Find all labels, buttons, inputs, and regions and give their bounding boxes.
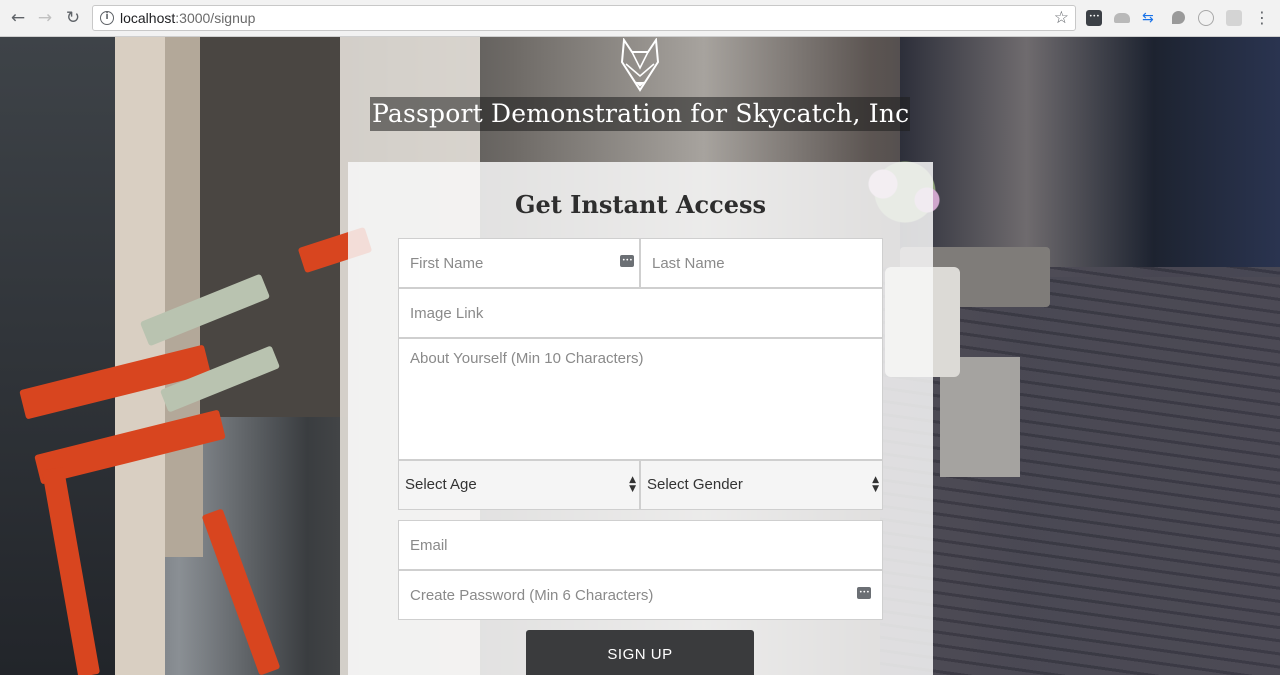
- autofill-key-icon[interactable]: [857, 587, 871, 599]
- back-icon[interactable]: ←: [8, 8, 28, 28]
- background-chair-leg: [201, 508, 281, 675]
- select-arrows-icon: ▲ ▼: [872, 475, 879, 494]
- sync-arrows-icon[interactable]: ⇆: [1142, 10, 1158, 26]
- url-text[interactable]: localhost:3000/signup: [120, 10, 255, 26]
- cloud-icon[interactable]: [1114, 10, 1130, 26]
- address-bar[interactable]: i localhost:3000/signup ☆: [92, 5, 1076, 31]
- form-heading: Get Instant Access: [514, 190, 767, 219]
- email-input[interactable]: [398, 520, 883, 570]
- age-select-label: Select Age: [405, 476, 477, 493]
- info-icon[interactable]: i: [100, 11, 114, 25]
- password-manager-icon[interactable]: [1086, 10, 1102, 26]
- bookmark-star-icon[interactable]: ☆: [1054, 8, 1069, 28]
- first-name-input[interactable]: [398, 238, 640, 288]
- wolf-logo-icon: [620, 38, 660, 92]
- password-input[interactable]: [398, 570, 883, 620]
- gender-select[interactable]: Select Gender ▲ ▼: [640, 460, 883, 510]
- signup-card: Get Instant Access Select Age ▲▼ Select …: [348, 162, 933, 675]
- site-title: Passport Demonstration for Skycatch, Inc: [370, 97, 910, 131]
- about-yourself-textarea[interactable]: [398, 338, 883, 460]
- reload-icon[interactable]: ↻: [63, 8, 83, 28]
- browser-menu-icon[interactable]: ⋮: [1254, 8, 1270, 28]
- gender-select-label: Select Gender: [647, 476, 743, 493]
- browser-toolbar: ← → ↻ i localhost:3000/signup ☆ ⇆ ⋮: [0, 0, 1280, 37]
- last-name-input[interactable]: [640, 238, 883, 288]
- autofill-key-icon[interactable]: [620, 255, 634, 267]
- select-arrows-icon: ▲ ▼: [629, 475, 636, 494]
- image-link-input[interactable]: [398, 288, 883, 338]
- settings-extension-icon[interactable]: [1226, 10, 1242, 26]
- age-select[interactable]: Select Age ▲ ▼: [398, 460, 640, 510]
- forward-icon[interactable]: →: [35, 8, 55, 28]
- background-frame-inner: [165, 37, 203, 557]
- signup-button[interactable]: SIGN UP: [526, 630, 754, 675]
- chat-bubble-icon[interactable]: [1171, 10, 1187, 26]
- circle-extension-icon[interactable]: [1198, 10, 1214, 26]
